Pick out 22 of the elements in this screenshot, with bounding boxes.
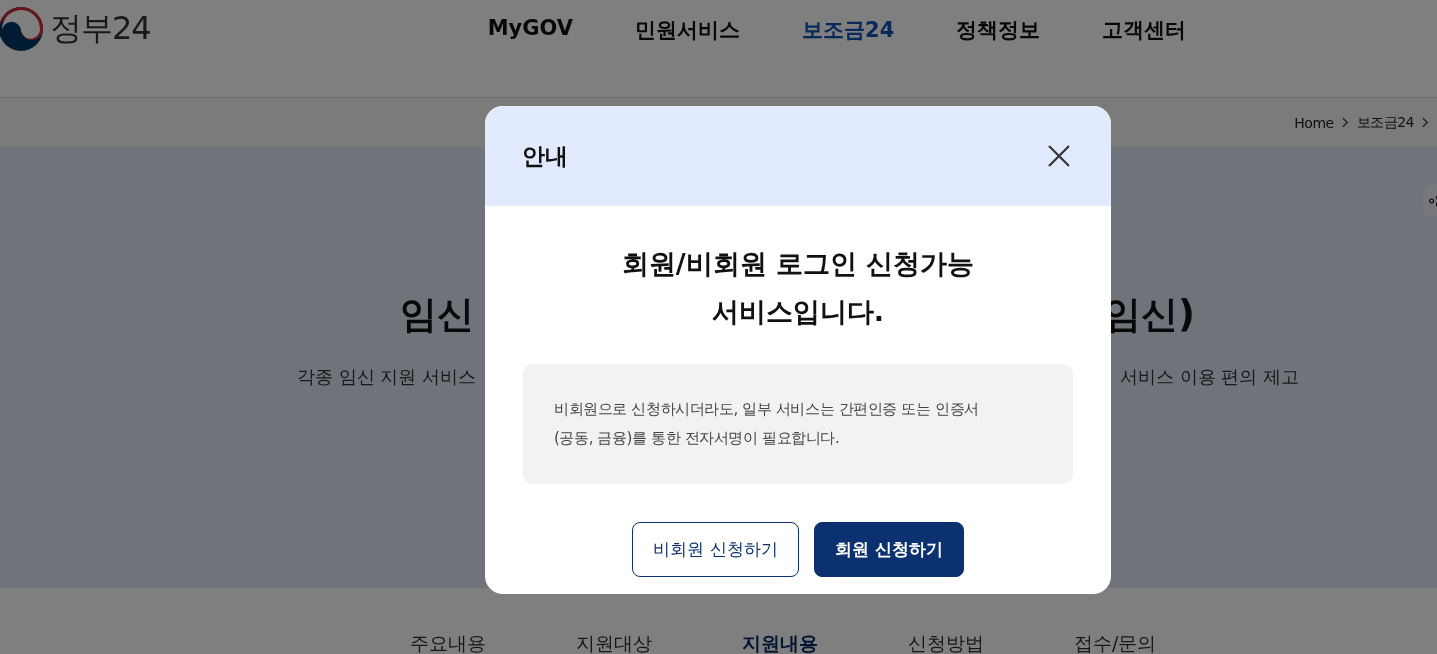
logo-text[interactable]: 정부24 xyxy=(50,7,151,51)
page-description: 서비스 이용 편의 제고 xyxy=(1119,365,1299,389)
nav-link[interactable]: 정책정보 xyxy=(956,16,1041,44)
page-title: 임신 xyxy=(400,292,474,338)
dialog-heading: 회원/비회원 로그인 신청가능 서비스입니다. xyxy=(621,247,975,329)
nav-link[interactable]: MyGOV xyxy=(487,16,574,44)
nav-link[interactable]: 고객센터 xyxy=(1102,16,1187,44)
breadcrumb-link[interactable]: 보조금24 xyxy=(1356,113,1414,132)
guest-apply-button[interactable]: 비회원 신청하기 xyxy=(632,522,799,577)
breadcrumb-link[interactable]: Home xyxy=(1294,114,1334,131)
member-apply-button[interactable]: 회원 신청하기 xyxy=(813,522,964,577)
section-tab[interactable]: 신청방법 xyxy=(908,632,984,654)
notice-text: 비회원으로 신청하시더라도, 일부 서비스는 간편인증 또는 인증서 (공동, 금융)를 통한 전자서명이 필요합니다. xyxy=(554,399,980,449)
page-title: 임신) xyxy=(1104,292,1195,338)
section-tab[interactable]: 접수/문의 xyxy=(1074,632,1157,654)
page-description: 각종 임신 지원 서비스 xyxy=(297,365,477,389)
section-tab[interactable]: 지원내용 xyxy=(742,632,818,654)
section-tab[interactable]: 주요내용 xyxy=(410,632,486,654)
section-tab[interactable]: 지원대상 xyxy=(576,632,652,654)
nav-link[interactable]: 보조금24 xyxy=(802,16,895,44)
dialog-title: 안내 xyxy=(522,141,568,171)
nav-link[interactable]: 민원서비스 xyxy=(635,16,741,44)
